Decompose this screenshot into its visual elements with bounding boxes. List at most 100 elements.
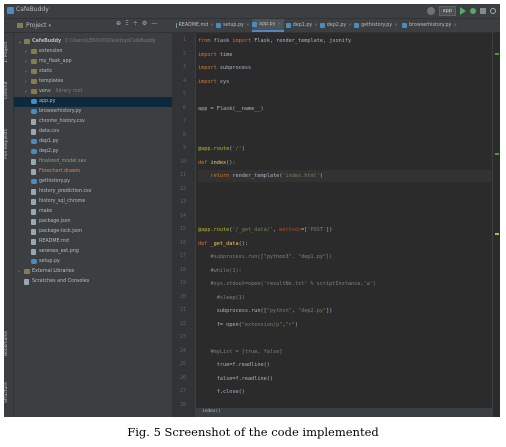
code-line[interactable]: def index(): (198, 157, 492, 169)
tree-item[interactable]: data.csv (14, 127, 172, 137)
code-line[interactable]: app = Flask(__name__) (198, 103, 492, 115)
tab-readme-md[interactable]: README.md × (176, 19, 214, 32)
tab-dep1-py[interactable]: dep1.py × (286, 19, 318, 32)
code-line[interactable]: import time (198, 49, 492, 61)
tree-item[interactable]: dep2.py (14, 147, 172, 157)
code-line[interactable]: subprocess.run(["python", "dep2.py"]) (198, 305, 492, 317)
code-line[interactable]: return render_template('index.html') (198, 170, 492, 182)
code-line[interactable]: def _get_data(): (198, 238, 492, 250)
close-icon[interactable]: × (246, 23, 250, 28)
tree-item[interactable]: › External Libraries (14, 267, 172, 277)
chevron-right-icon[interactable]: › (18, 269, 20, 275)
code-editor[interactable]: from flask import Flask, render_template… (196, 33, 492, 417)
tree-item[interactable]: › templates (14, 77, 172, 87)
tree-item[interactable]: gethistory.py (14, 177, 172, 187)
close-icon[interactable]: × (394, 23, 398, 28)
tree-item[interactable]: › extension (14, 47, 172, 57)
tree-item[interactable]: history_sql_chrome (14, 197, 172, 207)
chevron-right-icon[interactable]: › (25, 89, 27, 95)
tree-item[interactable]: package.json (14, 217, 172, 227)
code-line[interactable]: f.close() (198, 386, 492, 398)
bookmarks-tool-tab[interactable]: Bookmarks (4, 323, 13, 363)
tree-item[interactable]: history_prediction.csv (14, 187, 172, 197)
code-line[interactable]: @app.route('/_get_data/', methods=['POST… (198, 224, 492, 236)
tree-item[interactable]: Scratches and Consoles (14, 277, 172, 287)
tree-item[interactable]: Flowchart.drawio (14, 167, 172, 177)
tree-item[interactable]: ⌄ CafeBuddy C:\Users\LENOVO\Desktop\CafeBu… (14, 37, 172, 47)
tree-item[interactable]: make (14, 207, 172, 217)
gear-icon[interactable]: ⚙ (142, 20, 147, 27)
search-icon[interactable] (490, 8, 496, 14)
tree-item[interactable]: app.py (14, 97, 172, 107)
commit-tool-tab[interactable]: Commit (4, 75, 13, 105)
code-line[interactable]: from flask import Flask, render_template… (198, 35, 492, 47)
tree-item[interactable]: package-lock.json (14, 227, 172, 237)
debug-icon[interactable] (470, 8, 476, 14)
tree-item[interactable]: setup.py (14, 257, 172, 267)
code-line[interactable]: import sys (198, 76, 492, 88)
chevron-right-icon[interactable]: › (25, 49, 27, 55)
tree-item-label: my_flask_app (39, 59, 72, 64)
code-line[interactable] (198, 116, 492, 128)
tree-item[interactable]: README.md (14, 237, 172, 247)
tree-item[interactable]: dep1.py (14, 137, 172, 147)
collapse-all-icon[interactable]: Ξ (125, 20, 129, 27)
code-line[interactable] (198, 130, 492, 142)
close-icon[interactable]: × (314, 23, 318, 28)
tab-dep2-py[interactable]: dep2.py × (320, 19, 352, 32)
code-line[interactable] (198, 197, 492, 209)
code-line[interactable]: #subprocess.run(["python3", "dep1.py"]) (198, 251, 492, 263)
tree-item-label: package-lock.json (39, 229, 82, 234)
code-line[interactable]: #sleep(1) (198, 292, 492, 304)
code-line[interactable]: #sys.stdout=open('resultNo.txt' % script… (198, 278, 492, 290)
tree-item[interactable]: finalized_model.sav (14, 157, 172, 167)
run-config-select[interactable]: app (438, 6, 456, 16)
project-tool-tab[interactable]: 1: Project (4, 37, 13, 67)
file-type-icon (252, 22, 257, 27)
locate-icon[interactable]: ⊕ (116, 20, 121, 27)
tree-item[interactable]: › static (14, 67, 172, 77)
chevron-right-icon[interactable]: › (25, 69, 27, 75)
coverage-icon[interactable] (480, 8, 486, 14)
close-icon[interactable]: × (348, 23, 352, 28)
chevron-right-icon[interactable]: › (25, 79, 27, 85)
code-line[interactable]: #myList = [true, false] (198, 346, 492, 358)
line-number: 8 (182, 131, 186, 138)
chevron-down-icon[interactable]: ⌄ (18, 39, 22, 45)
code-line[interactable]: import subprocess (198, 62, 492, 74)
code-line[interactable]: @app.route('/') (198, 143, 492, 155)
code-line[interactable]: false=f.readline() (198, 373, 492, 385)
user-icon[interactable] (426, 7, 435, 15)
file-icon (24, 278, 29, 285)
code-line[interactable] (198, 89, 492, 101)
code-line[interactable] (198, 211, 492, 223)
breadcrumb[interactable]: index() (202, 409, 221, 414)
run-icon[interactable] (460, 7, 466, 15)
pull-requests-tool-tab[interactable]: Pull Requests (4, 119, 13, 169)
chevron-right-icon[interactable]: › (25, 59, 27, 65)
close-icon[interactable]: × (277, 22, 281, 27)
close-icon[interactable]: × (453, 23, 457, 28)
tab-app-py[interactable]: app.py × (252, 19, 284, 32)
close-icon[interactable]: × (210, 23, 214, 28)
code-line[interactable]: #while(1): (198, 265, 492, 277)
code-line[interactable]: true=f.readline() (198, 359, 492, 371)
code-line[interactable]: f= open("extension/p","r") (198, 319, 492, 331)
tab-browserhistory-py[interactable]: browserhistory.py × (402, 19, 460, 32)
tree-item[interactable]: serenea_ext.png (14, 247, 172, 257)
code-line[interactable] (198, 184, 492, 196)
tree-item[interactable]: › venv library root (14, 87, 172, 97)
editor-scrollbar[interactable] (492, 33, 500, 417)
chevron-down-icon[interactable]: ▾ (49, 23, 52, 29)
hide-panel-icon[interactable]: — (151, 20, 157, 27)
code-line[interactable] (198, 332, 492, 344)
tree-item[interactable]: › my_flask_app (14, 57, 172, 67)
project-panel-header[interactable]: Project ▾ (14, 19, 51, 32)
tab-setup-py[interactable]: setup.py × (216, 19, 250, 32)
tab-gethistory-py[interactable]: gethistory.py × (354, 19, 400, 32)
tree-item[interactable]: chrome_history.csv (14, 117, 172, 127)
project-folder-icon (17, 23, 23, 28)
expand-icon[interactable]: ÷ (133, 20, 138, 27)
tree-item[interactable]: browserhistory.py (14, 107, 172, 117)
structure-tool-tab[interactable]: Structure (4, 373, 13, 413)
